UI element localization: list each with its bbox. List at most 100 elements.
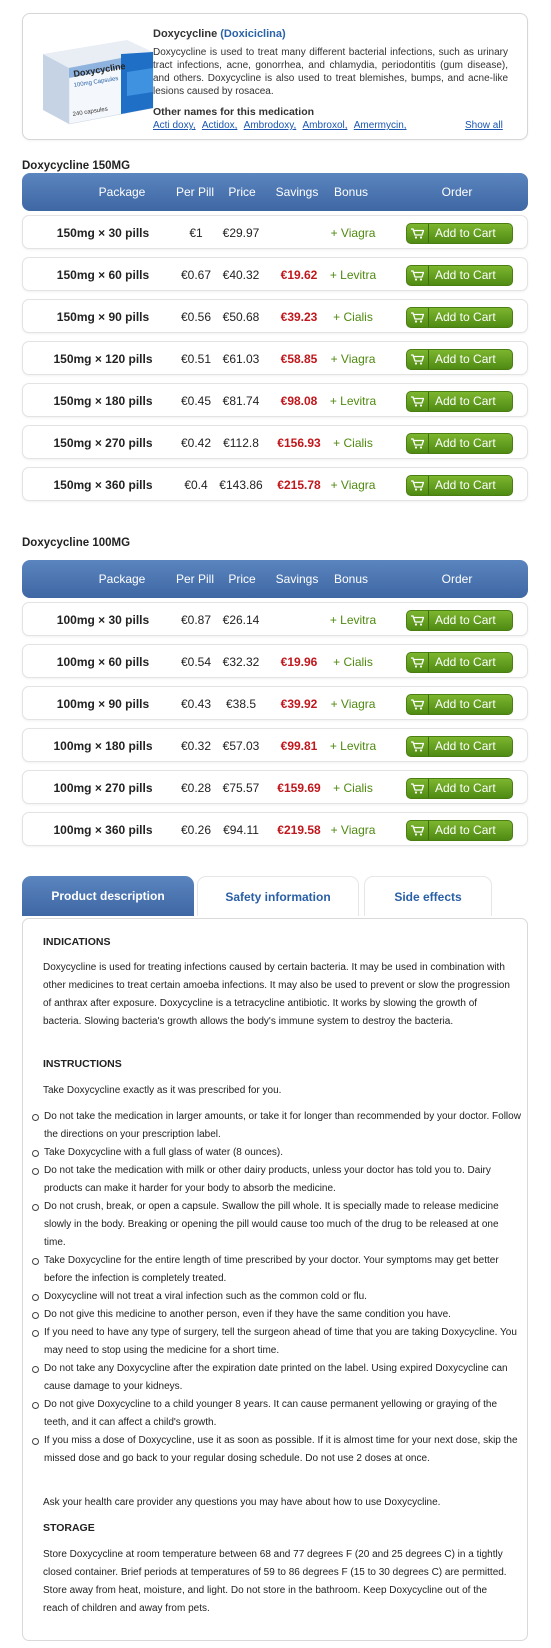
savings-cell: €19.62 — [280, 268, 318, 282]
instruction-item: Do not take any Doxycycline after the ex… — [31, 1360, 521, 1396]
cart-icon — [407, 224, 429, 243]
instruction-text: Take Doxycycline with a full glass of wa… — [44, 1147, 283, 1158]
package-cell: 100mg × 30 pills — [56, 613, 150, 627]
cart-icon — [407, 611, 429, 630]
price-cell: €32.32 — [222, 655, 260, 669]
tab-side-effects[interactable]: Side effects — [364, 876, 492, 916]
other-names-title: Other names for this medication — [153, 106, 315, 118]
col-order: Order — [441, 185, 473, 199]
cart-icon — [407, 476, 429, 495]
other-name-link[interactable]: Actidox, — [202, 120, 238, 131]
package-cell: 100mg × 180 pills — [53, 739, 153, 753]
bonus-cell: + Cialis — [333, 655, 373, 669]
package-cell: 150mg × 180 pills — [53, 394, 153, 408]
savings-cell: €219.58 — [277, 823, 321, 837]
add-to-cart-label: Add to Cart — [435, 226, 496, 240]
product-description-panel: INDICATIONS Doxycycline is used for trea… — [22, 918, 528, 1641]
add-to-cart-button[interactable]: Add to Cart — [406, 433, 513, 454]
add-to-cart-label: Add to Cart — [435, 436, 496, 450]
cart-icon — [407, 350, 429, 369]
col-package: Package — [98, 185, 146, 199]
table-row: 150mg × 30 pills €1 €29.97 + Viagra Add to C… — [22, 215, 528, 249]
instruction-text: Do not take the medication with milk or … — [44, 1165, 491, 1194]
package-cell: 100mg × 90 pills — [56, 697, 150, 711]
other-name-link[interactable]: Ambrodoxy, — [244, 120, 297, 131]
bullet-icon — [32, 1402, 39, 1409]
other-name-link[interactable]: Acti doxy, — [153, 120, 196, 131]
package-cell: 150mg × 270 pills — [53, 436, 153, 450]
instruction-item: Doxycycline will not treat a viral infec… — [31, 1288, 521, 1306]
bonus-cell: + Viagra — [330, 226, 376, 240]
add-to-cart-label: Add to Cart — [435, 352, 496, 366]
other-names-list: Acti doxy, Actidox, Ambrodoxy, Ambroxol,… — [153, 120, 443, 131]
bonus-cell: + Viagra — [330, 697, 376, 711]
col-price: Price — [228, 185, 256, 199]
savings-cell: €39.92 — [280, 697, 318, 711]
add-to-cart-button[interactable]: Add to Cart — [406, 778, 513, 799]
other-names-fade — [403, 118, 448, 134]
package-cell: 150mg × 360 pills — [53, 478, 153, 492]
add-to-cart-button[interactable]: Add to Cart — [406, 820, 513, 841]
other-name-link[interactable]: Ambroxol, — [303, 120, 348, 131]
col-price: Price — [228, 572, 256, 586]
instruction-item: Do not give this medicine to another per… — [31, 1306, 521, 1324]
col-bonus: Bonus — [333, 185, 369, 199]
add-to-cart-button[interactable]: Add to Cart — [406, 223, 513, 244]
add-to-cart-label: Add to Cart — [435, 478, 496, 492]
tab-safety-information[interactable]: Safety information — [197, 876, 359, 916]
add-to-cart-button[interactable]: Add to Cart — [406, 475, 513, 496]
table-row: 150mg × 120 pills €0.51 €61.03 €58.85 + Viag… — [22, 341, 528, 375]
instructions-list: Do not take the medication in larger amo… — [31, 1108, 521, 1468]
table-row: 100mg × 90 pills €0.43 €38.5 €39.92 + Viagra… — [22, 686, 528, 720]
table-row: 150mg × 60 pills €0.67 €40.32 €19.62 + Levit… — [22, 257, 528, 291]
instruction-text: Do not give this medicine to another per… — [44, 1309, 451, 1320]
add-to-cart-button[interactable]: Add to Cart — [406, 307, 513, 328]
add-to-cart-button[interactable]: Add to Cart — [406, 610, 513, 631]
price-cell: €61.03 — [222, 352, 260, 366]
add-to-cart-button[interactable]: Add to Cart — [406, 349, 513, 370]
add-to-cart-label: Add to Cart — [435, 310, 496, 324]
bullet-icon — [32, 1438, 39, 1445]
instruction-item: Do not give Doxycycline to a child young… — [31, 1396, 521, 1432]
price-cell: €94.11 — [223, 823, 259, 837]
tab-product-description[interactable]: Product description — [22, 876, 194, 916]
savings-cell: €39.23 — [280, 310, 318, 324]
instruction-item: Do not take the medication with milk or … — [31, 1162, 521, 1198]
add-to-cart-button[interactable]: Add to Cart — [406, 391, 513, 412]
add-to-cart-button[interactable]: Add to Cart — [406, 736, 513, 757]
bullet-icon — [32, 1330, 39, 1337]
bonus-cell: + Viagra — [330, 352, 376, 366]
add-to-cart-label: Add to Cart — [435, 655, 496, 669]
table-row: 150mg × 360 pills €0.4 €143.86 €215.78 + Via… — [22, 467, 528, 501]
package-cell: 100mg × 360 pills — [53, 823, 153, 837]
instruction-text: Take Doxycycline for the entire length o… — [44, 1255, 499, 1284]
product-header-card: Doxycycline 100mg Capsules 240 capsules … — [22, 13, 528, 140]
add-to-cart-button[interactable]: Add to Cart — [406, 652, 513, 673]
price-cell: €40.32 — [222, 268, 260, 282]
add-to-cart-label: Add to Cart — [435, 268, 496, 282]
savings-cell: €58.85 — [280, 352, 318, 366]
bullet-icon — [32, 1258, 39, 1265]
bullet-icon — [32, 1294, 39, 1301]
add-to-cart-label: Add to Cart — [435, 613, 496, 627]
col-bonus: Bonus — [333, 572, 369, 586]
price-cell: €81.74 — [222, 394, 260, 408]
other-name-link[interactable]: Amermycin, — [354, 120, 407, 131]
add-to-cart-label: Add to Cart — [435, 781, 496, 795]
bullet-icon — [32, 1366, 39, 1373]
package-cell: 150mg × 30 pills — [56, 226, 150, 240]
instruction-text: If you miss a dose of Doxycycline, use i… — [44, 1435, 518, 1464]
add-to-cart-button[interactable]: Add to Cart — [406, 265, 513, 286]
package-cell: 150mg × 120 pills — [53, 352, 153, 366]
bullet-icon — [32, 1204, 39, 1211]
instruction-item: Do not take the medication in larger amo… — [31, 1108, 521, 1144]
show-all-link[interactable]: Show all — [465, 120, 503, 131]
bonus-cell: + Levitra — [329, 268, 377, 282]
add-to-cart-button[interactable]: Add to Cart — [406, 694, 513, 715]
cart-icon — [407, 779, 429, 798]
price-cell: €50.68 — [222, 310, 260, 324]
table-row: 100mg × 60 pills €0.54 €32.32 €19.96 + Ciali… — [22, 644, 528, 678]
price-cell: €38.5 — [225, 697, 257, 711]
indications-heading: INDICATIONS — [43, 936, 111, 948]
storage-heading: STORAGE — [43, 1522, 95, 1534]
